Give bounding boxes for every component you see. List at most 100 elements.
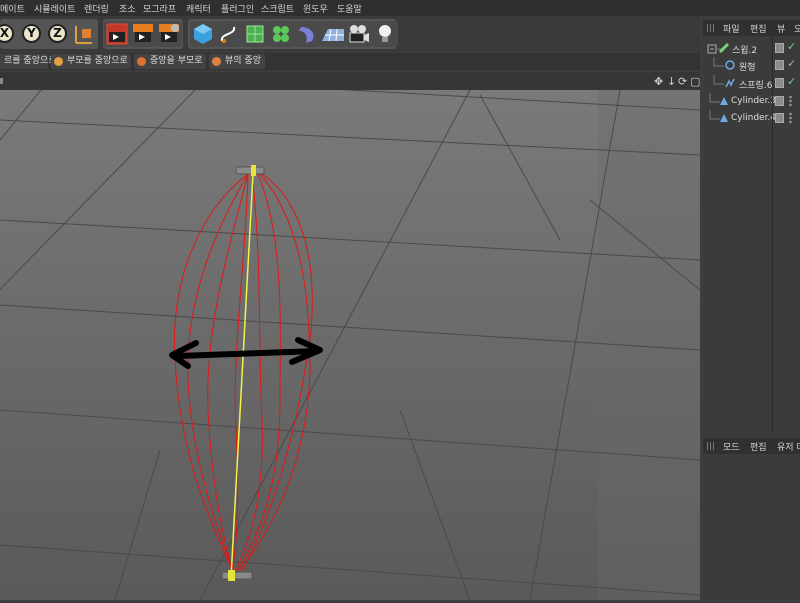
deformer-button[interactable] <box>294 21 320 47</box>
menu-item-script[interactable]: 스크립트 <box>261 2 294 15</box>
object-name-cylinder-4: Cylinder.4 <box>731 113 777 123</box>
object-name-sweep: 스윕.2 <box>732 46 758 56</box>
menu-item-help[interactable]: 도움말 <box>337 2 362 15</box>
camera-button[interactable] <box>346 21 372 47</box>
pen-spline-button[interactable] <box>216 21 242 47</box>
move-view-icon[interactable]: ✥ <box>654 75 663 88</box>
floor-grid-icon <box>322 28 344 42</box>
center-parent-icon <box>137 57 146 66</box>
toggle-view-icon[interactable]: ▢ <box>690 75 700 88</box>
visibility-toggle[interactable] <box>775 60 784 70</box>
center-to-parent-button[interactable]: 중앙을 부모로 <box>134 54 206 69</box>
view-center-icon <box>212 57 221 66</box>
subdivision-surface-icon <box>246 25 264 43</box>
visibility-toggle[interactable] <box>775 78 784 88</box>
clapper-picture-viewer-icon <box>133 24 153 42</box>
menu-item-simulate[interactable]: 시뮬레이트 <box>34 2 75 15</box>
menu-bar: 메이트 시뮬레이트 렌더링 조소 모그라프 캐릭터 플러그인 스크립트 윈도우 … <box>0 0 800 16</box>
object-row-circle[interactable]: 원형 ✓ <box>703 57 800 74</box>
tree-branch-line <box>713 75 724 85</box>
x-axis-label: X <box>0 24 14 43</box>
tree-branch-line <box>713 57 724 67</box>
main-toolbar: X Y Z <box>0 16 700 52</box>
menu-item-mograph[interactable]: 모그라프 <box>143 2 176 15</box>
render-view-button[interactable] <box>104 21 130 47</box>
view-center-button[interactable]: 뷰의 중앙 <box>209 54 265 69</box>
light-bulb-icon <box>379 25 391 42</box>
y-axis-button[interactable]: Y <box>21 21 42 47</box>
spline-pen-icon <box>220 26 236 43</box>
parent-to-center-button[interactable]: 부모를 중앙으로 <box>51 54 131 69</box>
view-center-label: 뷰의 중앙 <box>225 56 261 66</box>
viewport-safe-frame <box>598 90 700 600</box>
am-menu-edit[interactable]: 편집 <box>750 440 767 453</box>
am-menu-user-data[interactable]: 유저 데 <box>777 440 800 453</box>
floor-button[interactable] <box>320 21 346 47</box>
z-axis-button[interactable]: Z <box>47 21 68 47</box>
menu-item-animate[interactable]: 메이트 <box>0 2 25 15</box>
object-row-cylinder-4[interactable]: Cylinder.4 <box>703 110 800 127</box>
tree-branch-line <box>709 93 720 103</box>
sweep-icon <box>719 43 729 53</box>
parent-to-center-label: 부모를 중앙으로 <box>67 56 128 66</box>
rotate-view-icon[interactable]: ⟳ <box>678 75 687 88</box>
object-row-cylinder-3[interactable]: Cylinder.3 <box>703 93 800 110</box>
panel-grip-icon[interactable] <box>707 24 715 32</box>
enabled-check-icon[interactable]: ✓ <box>787 40 796 53</box>
viewport-canvas[interactable] <box>0 69 701 601</box>
cube-icon <box>194 24 212 44</box>
world-axis-icon <box>75 26 92 44</box>
object-row-helix[interactable]: 스프링.6 ✓ <box>703 75 800 92</box>
axis-center-toolbar: 르를 중앙으로 부모를 중앙으로 중앙을 부모로 뷰의 중앙 <box>0 53 700 70</box>
circle-spline-icon <box>725 60 735 70</box>
visibility-toggle[interactable] <box>775 43 784 53</box>
menu-item-render[interactable]: 렌더링 <box>84 2 109 15</box>
object-name-cylinder-3: Cylinder.3 <box>731 96 777 106</box>
x-axis-button[interactable]: X <box>0 21 15 47</box>
clapper-settings-icon <box>159 24 179 42</box>
render-dots-icon[interactable] <box>789 112 792 124</box>
z-axis-label: Z <box>48 24 67 43</box>
viewport-menu-stub[interactable] <box>0 78 3 84</box>
3d-viewport[interactable] <box>0 69 701 601</box>
visibility-toggle[interactable] <box>775 96 784 106</box>
clapper-render-view-icon <box>106 23 128 45</box>
am-menu-mode[interactable]: 모드 <box>723 440 740 453</box>
render-dots-icon[interactable] <box>789 95 792 107</box>
dolly-view-icon[interactable]: ↓ <box>667 75 676 88</box>
cloner-button[interactable] <box>268 21 294 47</box>
menu-item-plugins[interactable]: 플러그인 <box>221 2 254 15</box>
subdivision-surface-button[interactable] <box>242 21 268 47</box>
cylinder-top[interactable] <box>235 165 265 176</box>
om-menu-view[interactable]: 뷰 <box>777 22 785 35</box>
render-settings-button[interactable] <box>156 21 182 47</box>
attribute-manager-menubar: 모드 편집 유저 데 <box>703 438 800 454</box>
axis-to-center-button[interactable]: 르를 중앙으로 <box>0 54 57 69</box>
light-button[interactable] <box>372 21 398 47</box>
bend-deformer-icon <box>299 27 314 43</box>
om-menu-file[interactable]: 파일 <box>723 22 740 35</box>
render-picture-viewer-button[interactable] <box>130 21 156 47</box>
coordinate-system-button[interactable] <box>72 21 98 47</box>
enabled-check-icon[interactable]: ✓ <box>787 57 796 70</box>
om-menu-edit[interactable]: 편집 <box>750 22 767 35</box>
menu-item-window[interactable]: 윈도우 <box>303 2 328 15</box>
camera-icon <box>349 25 369 43</box>
om-menu-more[interactable]: 오 <box>794 22 800 35</box>
menu-item-character[interactable]: 캐릭터 <box>186 2 211 15</box>
center-to-parent-label: 중앙을 부모로 <box>150 56 203 66</box>
visibility-toggle[interactable] <box>775 113 784 123</box>
panel-grip-icon[interactable] <box>707 442 715 450</box>
enabled-check-icon[interactable]: ✓ <box>787 75 796 88</box>
y-axis-label: Y <box>22 24 41 43</box>
helix-spline-icon <box>725 78 735 88</box>
parent-center-icon <box>54 57 63 66</box>
object-row-sweep[interactable]: 스윕.2 ✓ <box>703 40 800 57</box>
object-name-circle: 원형 <box>739 63 756 73</box>
menu-item-sculpt[interactable]: 조소 <box>119 2 136 15</box>
cylinder-bottom[interactable] <box>221 570 253 581</box>
viewport-floor <box>0 90 700 600</box>
tree-branch-line <box>709 110 720 120</box>
object-manager-column-divider[interactable] <box>772 36 773 431</box>
cube-button[interactable] <box>190 21 216 47</box>
